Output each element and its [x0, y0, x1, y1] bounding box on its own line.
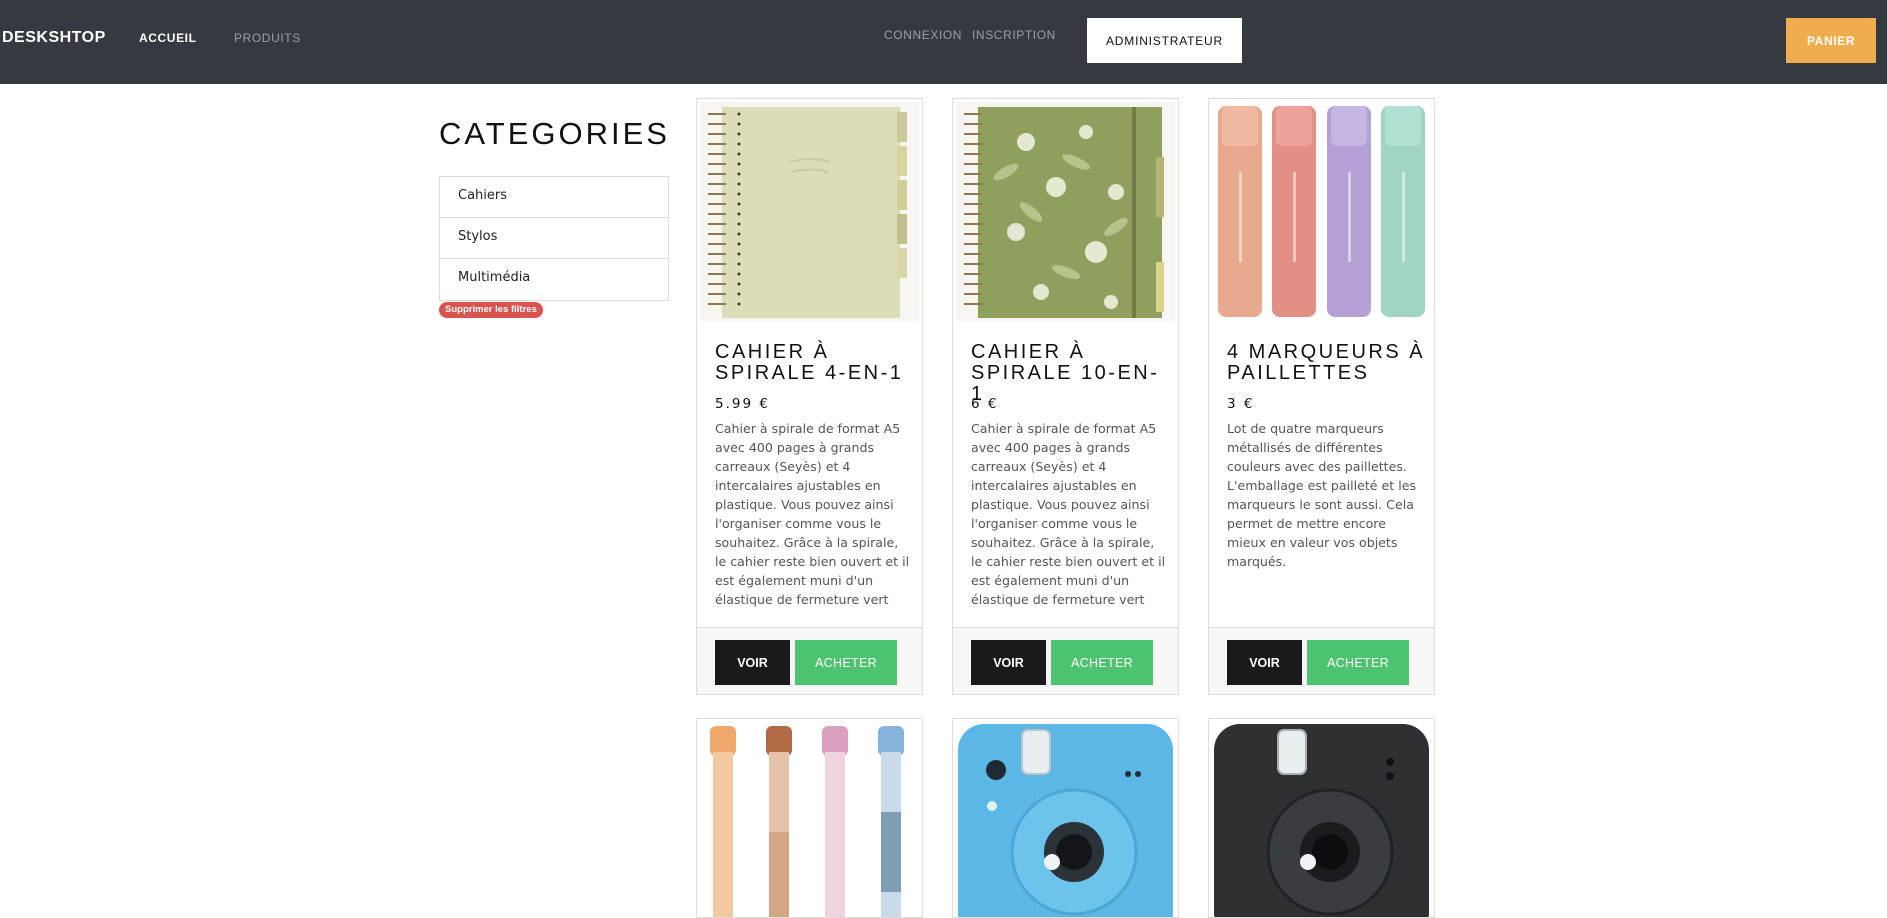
category-item-stylos[interactable]: Stylos — [440, 218, 668, 259]
category-list: Cahiers Stylos Multimédia — [439, 176, 669, 301]
product-description: Lot de quatre marqueurs métallisés de di… — [1227, 421, 1417, 569]
product-card: CAHIER À SPIRALE 4-EN-1 5.99 € Cahier à … — [696, 98, 923, 695]
buy-button[interactable]: ACHETER — [1051, 640, 1153, 685]
product-card — [696, 718, 923, 918]
view-button[interactable]: VOIR — [1227, 640, 1302, 685]
card-footer: VOIR ACHETER — [1209, 627, 1434, 694]
card-footer: VOIR ACHETER — [697, 627, 922, 694]
view-button[interactable]: VOIR — [971, 640, 1046, 685]
buy-button[interactable]: ACHETER — [795, 640, 897, 685]
top-navbar: DESKSHTOP ACCUEIL PRODUITS CONNEXION INS… — [0, 0, 1887, 84]
cart-button[interactable]: PANIER — [1786, 18, 1876, 63]
product-card: 4 MARQUEURS À PAILLETTES 3 € Lot de quat… — [1208, 98, 1435, 695]
category-item-multimedia[interactable]: Multimédia — [440, 259, 668, 300]
product-price: 5.99 € — [715, 396, 770, 412]
nav-link-produits[interactable]: PRODUITS — [234, 31, 301, 45]
categories-title: CATEGORIES — [439, 116, 670, 151]
view-button[interactable]: VOIR — [715, 640, 790, 685]
product-title[interactable]: CAHIER À SPIRALE 10-EN-1 — [971, 342, 1171, 405]
admin-button[interactable]: ADMINISTRATEUR — [1087, 18, 1242, 63]
beige-spiral-notebook-image[interactable] — [700, 102, 919, 321]
green-floral-spiral-notebook-image[interactable] — [956, 102, 1175, 321]
product-title[interactable]: 4 MARQUEURS À PAILLETTES — [1227, 342, 1427, 384]
pastel-paint-markers-image[interactable] — [700, 722, 919, 917]
product-description: Cahier à spirale de format A5 avec 400 p… — [971, 421, 1166, 607]
card-footer: VOIR ACHETER — [953, 627, 1178, 694]
blue-instax-camera-image[interactable] — [956, 722, 1175, 917]
nav-link-inscription[interactable]: INSCRIPTION — [972, 28, 1056, 42]
glitter-markers-image[interactable] — [1212, 102, 1431, 321]
product-title[interactable]: CAHIER À SPIRALE 4-EN-1 — [715, 342, 915, 384]
product-description: Cahier à spirale de format A5 avec 400 p… — [715, 421, 910, 607]
product-card: CAHIER À SPIRALE 10-EN-1 6 € Cahier à sp… — [952, 98, 1179, 695]
buy-button[interactable]: ACHETER — [1307, 640, 1409, 685]
product-card — [1208, 718, 1435, 918]
nav-link-accueil[interactable]: ACCUEIL — [139, 31, 197, 45]
black-instax-camera-image[interactable] — [1212, 722, 1431, 917]
product-price: 6 € — [971, 396, 999, 412]
clear-filters-button[interactable]: Supprimer les filtres — [439, 302, 543, 318]
product-card — [952, 718, 1179, 918]
category-item-cahiers[interactable]: Cahiers — [440, 177, 668, 218]
brand-logo[interactable]: DESKSHTOP — [2, 29, 106, 47]
product-price: 3 € — [1227, 396, 1255, 412]
nav-link-connexion[interactable]: CONNEXION — [884, 28, 962, 42]
